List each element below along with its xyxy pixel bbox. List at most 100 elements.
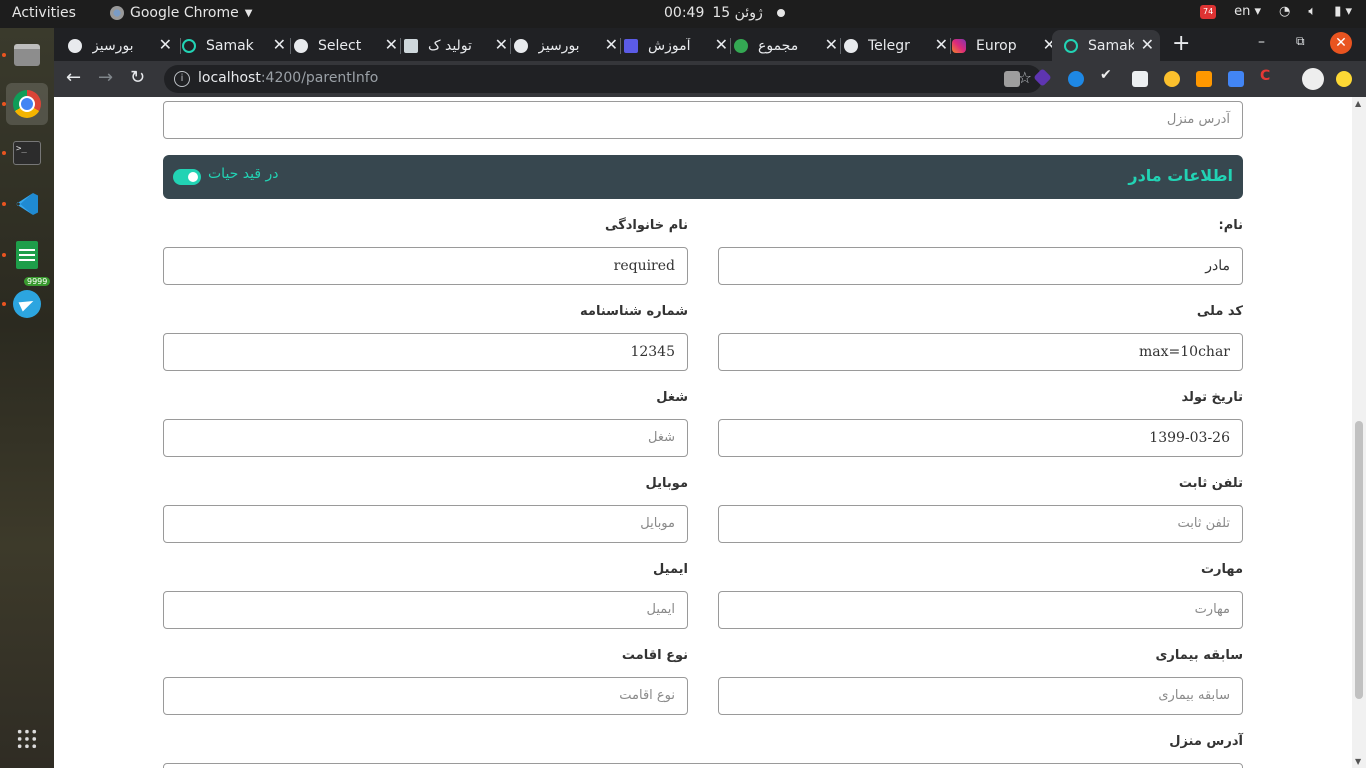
page-scrollbar[interactable]: ▲ ▼ bbox=[1352, 97, 1366, 768]
landline-input[interactable]: تلفن ثابت bbox=[718, 505, 1243, 543]
residence-type-input[interactable]: نوع اقامت bbox=[163, 677, 688, 715]
close-icon[interactable]: ✕ bbox=[825, 35, 838, 54]
forward-button[interactable]: → bbox=[98, 67, 113, 88]
new-tab-button[interactable]: + bbox=[1172, 31, 1190, 56]
unread-badge: 9999 bbox=[24, 277, 51, 286]
dock-vscode[interactable] bbox=[2, 183, 48, 225]
running-dot-icon bbox=[2, 302, 6, 306]
home-address-input[interactable] bbox=[163, 763, 1243, 768]
job-input[interactable]: شغل bbox=[163, 419, 688, 457]
scrollbar-thumb[interactable] bbox=[1355, 421, 1363, 699]
dock-spreadsheet[interactable] bbox=[2, 234, 48, 276]
clock-date: ژوئن 15 bbox=[712, 5, 763, 21]
power-icon[interactable]: ▮ ▾ bbox=[1334, 4, 1352, 19]
tab-divider bbox=[730, 38, 731, 54]
address-bar[interactable]: i localhost:4200/parentInfo ☆ bbox=[164, 65, 1042, 93]
close-icon[interactable]: ✕ bbox=[495, 35, 508, 54]
minimize-window-button[interactable]: – bbox=[1258, 34, 1265, 50]
checkmark-extension-icon[interactable]: ✔ bbox=[1100, 67, 1116, 83]
url-host: localhost bbox=[198, 70, 261, 86]
extension-icon[interactable] bbox=[1004, 71, 1020, 87]
running-dot-icon bbox=[2, 53, 6, 57]
show-applications-button[interactable] bbox=[6, 718, 48, 760]
app-menu[interactable]: Google Chrome ▼ bbox=[110, 5, 252, 21]
medical-history-input[interactable]: سابقه بیماری bbox=[718, 677, 1243, 715]
scroll-up-arrow-icon[interactable]: ▲ bbox=[1355, 99, 1361, 108]
extension-icon[interactable] bbox=[1196, 71, 1212, 87]
first-name-input[interactable]: مادر bbox=[718, 247, 1243, 285]
browser-tab[interactable]: Select ✕ bbox=[294, 30, 404, 61]
site-info-icon[interactable]: i bbox=[174, 71, 190, 87]
close-icon[interactable]: ✕ bbox=[385, 35, 398, 54]
mobile-input[interactable]: موبایل bbox=[163, 505, 688, 543]
dock-chrome[interactable] bbox=[2, 83, 48, 125]
skill-input[interactable]: مهارت bbox=[718, 591, 1243, 629]
browser-tab[interactable]: مجموع ✕ bbox=[734, 30, 844, 61]
reload-button[interactable]: ↻ bbox=[130, 67, 145, 88]
volume-icon[interactable]: 🔈︎ bbox=[1308, 4, 1316, 19]
extension-icon[interactable] bbox=[1336, 71, 1352, 87]
close-icon[interactable]: ✕ bbox=[715, 35, 728, 54]
extension-icon[interactable] bbox=[1132, 71, 1148, 87]
close-icon[interactable]: ✕ bbox=[159, 35, 172, 54]
keyboard-layout-indicator[interactable]: en ▾ bbox=[1234, 4, 1261, 19]
close-window-button[interactable]: ✕ bbox=[1330, 32, 1352, 54]
extension-icon[interactable] bbox=[1164, 71, 1180, 87]
extension-icon[interactable] bbox=[1068, 71, 1084, 87]
browser-tab[interactable]: Samak ✕ bbox=[182, 30, 292, 61]
browser-tab[interactable]: بورسیز ✕ bbox=[68, 30, 178, 61]
browser-tab[interactable]: Europ ✕ bbox=[952, 30, 1062, 61]
wifi-icon[interactable]: ◔ bbox=[1279, 4, 1290, 19]
extension-icon[interactable]: C bbox=[1260, 68, 1276, 84]
skill-label: مهارت bbox=[1200, 562, 1243, 577]
terminal-icon: >_ bbox=[13, 141, 41, 165]
home-address-label: آدرس منزل bbox=[1169, 734, 1243, 749]
activities-button[interactable]: Activities bbox=[12, 5, 76, 21]
url-text: localhost:4200/parentInfo bbox=[198, 70, 378, 86]
dock-telegram[interactable]: 9999 bbox=[2, 277, 51, 325]
back-button[interactable]: ← bbox=[66, 67, 81, 88]
translate-icon[interactable] bbox=[1228, 71, 1244, 87]
browser-tab-active[interactable]: Samak ✕ bbox=[1052, 30, 1160, 61]
restore-window-button[interactable]: ⧉ bbox=[1296, 34, 1305, 49]
close-icon[interactable]: ✕ bbox=[605, 35, 618, 54]
close-icon[interactable]: ✕ bbox=[273, 35, 286, 54]
last-name-input[interactable]: required bbox=[163, 247, 688, 285]
globe-icon bbox=[514, 38, 528, 53]
running-dot-icon bbox=[2, 151, 6, 155]
close-icon[interactable]: ✕ bbox=[1141, 35, 1154, 54]
maps-pin-icon bbox=[734, 38, 748, 53]
clock-time: 00:49 bbox=[664, 5, 705, 21]
app-grid-icon bbox=[16, 728, 38, 750]
browser-toolbar: ← → ↻ i localhost:4200/parentInfo ☆ ✔ C bbox=[54, 61, 1366, 97]
chrome-app-icon bbox=[110, 6, 124, 20]
tab-label: بورسیز bbox=[92, 37, 134, 54]
globe-icon bbox=[844, 38, 858, 53]
battery-indicator-icon[interactable]: 74 bbox=[1200, 4, 1217, 19]
scroll-down-arrow-icon[interactable]: ▼ bbox=[1355, 757, 1361, 766]
system-tray[interactable]: 74 en ▾ ◔ 🔈︎ ▮ ▾ bbox=[1200, 4, 1352, 19]
medical-history-label: سابقه بیماری bbox=[1155, 648, 1244, 663]
browser-tab[interactable]: بورسیز ✕ bbox=[514, 30, 624, 61]
clock[interactable]: 00:49 ژوئن 15 bbox=[664, 5, 785, 21]
email-input[interactable]: ایمیل bbox=[163, 591, 688, 629]
national-code-input[interactable]: max=10char bbox=[718, 333, 1243, 371]
birth-cert-number-input[interactable]: 12345 bbox=[163, 333, 688, 371]
alive-toggle-switch[interactable] bbox=[173, 169, 201, 185]
browser-tab[interactable]: Telegr ✕ bbox=[844, 30, 954, 61]
mother-info-section-header: اطلاعات مادر در قید حیات bbox=[163, 155, 1243, 199]
close-icon[interactable]: ✕ bbox=[935, 35, 948, 54]
birth-date-input[interactable]: 1399-03-26 bbox=[718, 419, 1243, 457]
browser-tab[interactable]: آموزش ✕ bbox=[624, 30, 734, 61]
tab-divider bbox=[180, 38, 181, 54]
running-dot-icon bbox=[2, 202, 6, 206]
alive-toggle-label: در قید حیات bbox=[208, 166, 279, 182]
dock-files[interactable] bbox=[2, 34, 48, 76]
landline-label: تلفن ثابت bbox=[1178, 476, 1243, 491]
profile-avatar[interactable] bbox=[1302, 68, 1324, 90]
dock-terminal[interactable]: >_ bbox=[2, 132, 48, 174]
document-icon bbox=[404, 38, 418, 53]
home-address-input[interactable]: آدرس منزل bbox=[163, 101, 1243, 139]
browser-tab[interactable]: تولید ک ✕ bbox=[404, 30, 514, 61]
spreadsheet-icon bbox=[16, 241, 38, 269]
